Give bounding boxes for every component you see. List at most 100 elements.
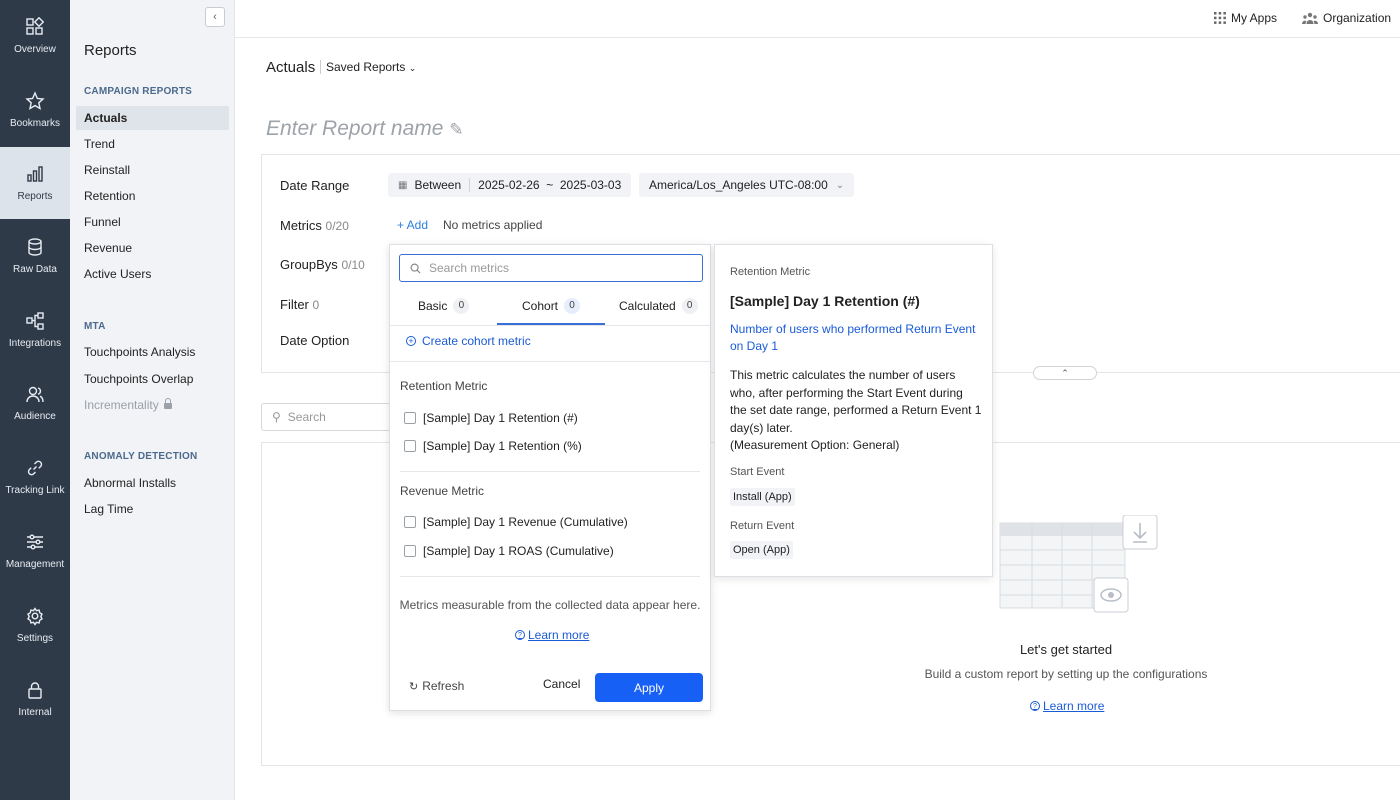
- report-search-input[interactable]: ⚲ Search: [261, 403, 391, 431]
- checkbox[interactable]: [404, 516, 416, 528]
- chevron-down-icon: ⌄: [408, 63, 417, 73]
- sidebar-item-reinstall[interactable]: Reinstall: [76, 158, 229, 182]
- organization-link[interactable]: Organization: [1302, 11, 1391, 25]
- sidebar-item-touchpoints-overlap[interactable]: Touchpoints Overlap: [76, 367, 229, 391]
- sidebar-item-lag-time[interactable]: Lag Time: [76, 497, 229, 521]
- apply-button[interactable]: Apply: [595, 673, 703, 702]
- metric-description: This metric calculates the number of use…: [730, 367, 982, 455]
- nav-reports[interactable]: Reports: [0, 147, 70, 219]
- gear-icon: [27, 607, 43, 626]
- tab-label: Calculated: [619, 299, 676, 313]
- search-placeholder: Search: [287, 410, 326, 424]
- metrics-info-note: Metrics measurable from the collected da…: [399, 598, 701, 612]
- nav-label: Raw Data: [13, 264, 57, 275]
- saved-reports-dropdown[interactable]: Saved Reports ⌄: [326, 60, 416, 74]
- chevron-up-icon: ⌃: [1061, 367, 1069, 378]
- nav-label: Settings: [16, 633, 54, 644]
- sidebar-item-retention[interactable]: Retention: [76, 184, 229, 208]
- nav-raw-data[interactable]: Raw Data: [0, 220, 70, 292]
- overview-icon: [26, 17, 45, 35]
- plus-circle-icon: +: [406, 336, 416, 346]
- return-event-chip: Open (App): [730, 541, 793, 559]
- checkbox[interactable]: [404, 412, 416, 424]
- nav-label: Reports: [17, 191, 53, 202]
- start-event-chip: Install (App): [730, 488, 795, 506]
- tab-count: 0: [681, 298, 698, 314]
- sidebar-item-actuals[interactable]: Actuals: [76, 106, 229, 130]
- date-range-label: Date Range: [280, 178, 350, 193]
- sidebar-item-incrementality: Incrementality: [76, 393, 229, 417]
- add-metric-button[interactable]: + Add: [397, 218, 428, 232]
- nav-management[interactable]: Management: [0, 515, 70, 587]
- report-name-input[interactable]: Enter Report name ✎: [266, 117, 464, 141]
- sliders-icon: [27, 534, 43, 550]
- top-bar: My Apps Organization: [235, 0, 1400, 38]
- timezone-select[interactable]: America/Los_Angeles UTC-08:00 ⌄: [639, 173, 855, 197]
- sidebar-item-revenue[interactable]: Revenue: [76, 236, 229, 260]
- sidebar-item-abnormal-installs[interactable]: Abnormal Installs: [76, 471, 229, 495]
- create-cohort-metric-link[interactable]: + Create cohort metric: [406, 334, 531, 348]
- help-icon: ?: [1030, 701, 1040, 711]
- nav-label: Management: [5, 559, 65, 570]
- measurement-option: (Measurement Option: General): [730, 438, 900, 452]
- cancel-button[interactable]: Cancel: [543, 677, 580, 691]
- nav-audience[interactable]: Audience: [0, 367, 70, 439]
- collapse-config-button[interactable]: ⌃: [1033, 366, 1097, 380]
- search-icon: [410, 263, 421, 274]
- metric-option[interactable]: [Sample] Day 1 Retention (%): [404, 439, 582, 453]
- metric-search-placeholder: Search metrics: [429, 261, 510, 275]
- nav-label: Internal: [18, 707, 52, 718]
- refresh-button[interactable]: ↻ Refresh: [409, 679, 464, 693]
- link-icon: [27, 460, 43, 476]
- nav-tracking-link[interactable]: Tracking Link: [0, 441, 70, 513]
- sidebar-item-active-users[interactable]: Active Users: [76, 262, 229, 286]
- nav-integrations[interactable]: Integrations: [0, 294, 70, 366]
- nav-label: Overview: [14, 44, 56, 55]
- sidebar-item-touchpoints-analysis[interactable]: Touchpoints Analysis: [76, 340, 229, 364]
- metrics-selector-popup: Search metrics Basic 0 Cohort 0 Calculated…: [389, 244, 711, 711]
- metric-option[interactable]: [Sample] Day 1 ROAS (Cumulative): [404, 544, 614, 558]
- metric-summary-link[interactable]: Number of users who performed Return Eve…: [730, 321, 980, 355]
- metrics-count: 0/20: [325, 219, 349, 233]
- tab-basic[interactable]: Basic 0: [418, 298, 470, 314]
- metric-option[interactable]: [Sample] Day 1 Revenue (Cumulative): [404, 515, 628, 529]
- my-apps-link[interactable]: My Apps: [1214, 11, 1277, 25]
- calendar-icon: ▦: [398, 179, 408, 191]
- sidebar-item-trend[interactable]: Trend: [76, 132, 229, 156]
- filter-label: Filter 0: [280, 297, 319, 312]
- my-apps-label: My Apps: [1231, 11, 1278, 25]
- sidebar-item-funnel[interactable]: Funnel: [76, 210, 229, 234]
- checkbox[interactable]: [404, 545, 416, 557]
- bar-chart-icon: [27, 166, 43, 182]
- tab-calculated[interactable]: Calculated 0: [619, 298, 698, 314]
- active-tab-indicator: [497, 323, 605, 325]
- metric-label: [Sample] Day 1 Retention (%): [423, 439, 582, 453]
- divider: [400, 576, 700, 577]
- empty-state-subtitle: Build a custom report by setting up the …: [924, 667, 1208, 681]
- metric-label: [Sample] Day 1 Retention (#): [423, 411, 578, 425]
- metric-option[interactable]: [Sample] Day 1 Retention (#): [404, 411, 578, 425]
- metric-kind: Retention Metric: [730, 266, 811, 278]
- metrics-label: Metrics 0/20: [280, 218, 349, 233]
- date-value: 2025-02-26 ~ 2025-03-03: [478, 178, 622, 192]
- main-nav-rail: Overview Bookmarks Reports Raw Data Inte…: [0, 0, 70, 800]
- nav-label: Integrations: [8, 338, 62, 349]
- nav-settings[interactable]: Settings: [0, 589, 70, 661]
- nav-overview[interactable]: Overview: [0, 0, 70, 72]
- nav-internal[interactable]: Internal: [0, 663, 70, 735]
- checkbox[interactable]: [404, 440, 416, 452]
- tab-cohort[interactable]: Cohort 0: [522, 298, 581, 314]
- empty-state-learn-more-link[interactable]: ? Learn more: [1030, 699, 1104, 713]
- collapse-sidebar-button[interactable]: ‹: [205, 7, 225, 27]
- tab-label: Basic: [418, 299, 448, 313]
- empty-state-title: Let's get started: [1019, 642, 1113, 657]
- metric-search-input[interactable]: Search metrics: [399, 254, 703, 282]
- nav-bookmarks[interactable]: Bookmarks: [0, 74, 70, 146]
- page-title: Actuals: [266, 59, 316, 76]
- metric-label: [Sample] Day 1 ROAS (Cumulative): [423, 544, 614, 558]
- date-range-picker[interactable]: ▦ Between 2025-02-26 ~ 2025-03-03: [388, 173, 632, 197]
- learn-more-label: Learn more: [528, 628, 590, 642]
- group-label-retention: Retention Metric: [400, 379, 488, 393]
- integrations-icon: [26, 312, 44, 330]
- popup-learn-more-link[interactable]: ? Learn more: [515, 628, 589, 642]
